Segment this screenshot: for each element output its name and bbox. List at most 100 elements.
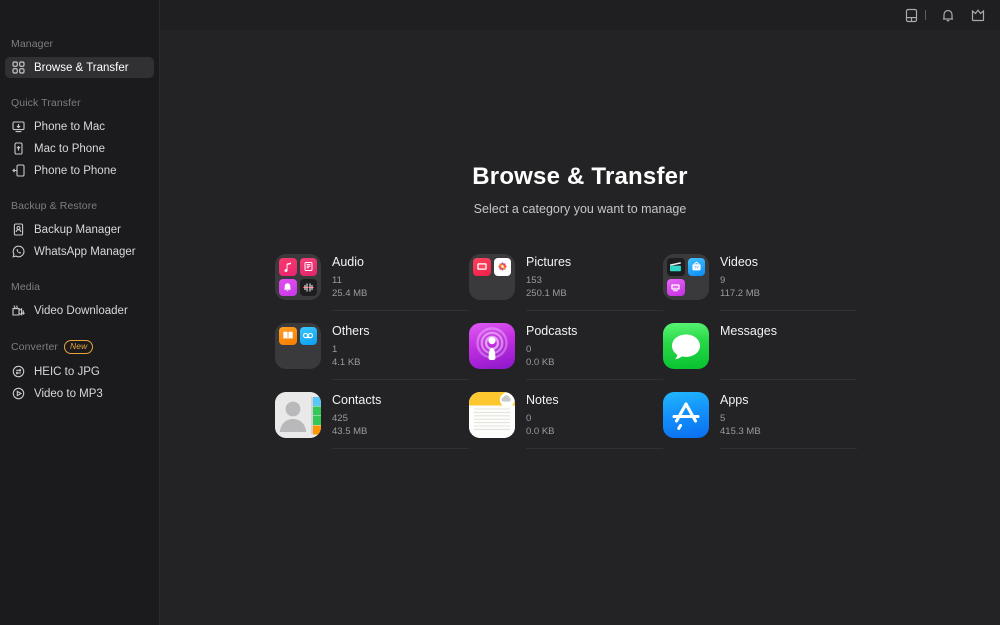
crown-icon[interactable] — [970, 7, 986, 23]
sidebar-item-whatsapp-manager[interactable]: WhatsApp Manager — [5, 241, 154, 262]
sidebar-item-mac-to-phone[interactable]: Mac to Phone — [5, 138, 154, 159]
sidebar-group-label: Quick Transfer — [0, 97, 159, 109]
category-card-body: Others 1 4.1 KB — [332, 323, 469, 380]
category-count: 5 — [720, 413, 726, 424]
category-card-notes[interactable]: Notes 0 0.0 KB — [469, 388, 663, 457]
sidebar-group-label-text: Converter — [11, 341, 59, 353]
category-size: 117.2 MB — [720, 288, 760, 299]
video-convert-icon — [11, 387, 25, 401]
category-size: 250.1 MB — [526, 288, 567, 299]
category-count: 9 — [720, 275, 726, 286]
sidebar: Manager Browse & Transfer Quick Transfer Ph… — [0, 0, 160, 625]
category-card-body: Podcasts 0 0.0 KB — [526, 323, 663, 380]
top-toolbar — [160, 0, 1000, 30]
sidebar-item-label: HEIC to JPG — [34, 365, 100, 378]
category-name: Apps — [720, 393, 749, 407]
sidebar-item-label: Phone to Phone — [34, 164, 117, 177]
messages-icon — [663, 323, 709, 369]
sidebar-item-phone-to-phone[interactable]: Phone to Phone — [5, 160, 154, 181]
sidebar-item-video-to-mp3[interactable]: Video to MP3 — [5, 383, 154, 404]
category-card-others[interactable]: Others 1 4.1 KB — [275, 319, 469, 388]
category-card-pictures[interactable]: Pictures 153 250.1 MB — [469, 250, 663, 319]
grid-icon — [11, 61, 25, 75]
category-size: 43.5 MB — [332, 426, 368, 437]
sidebar-item-label: Video to MP3 — [34, 387, 103, 400]
category-card-contacts[interactable]: Contacts 425 43.5 MB — [275, 388, 469, 457]
sidebar-item-label: Mac to Phone — [34, 142, 105, 155]
category-card-body: Videos 9 117.2 MB — [720, 254, 857, 311]
category-count: 1 — [332, 344, 338, 355]
category-count: 0 — [526, 413, 532, 424]
new-badge: New — [64, 340, 94, 354]
sidebar-item-label: Backup Manager — [34, 223, 121, 236]
sidebar-group-label: Media — [0, 281, 159, 293]
category-count: 0 — [526, 344, 532, 355]
audio-folder-icon — [275, 254, 321, 300]
sidebar-item-label: Video Downloader — [34, 304, 128, 317]
sidebar-item-backup-manager[interactable]: Backup Manager — [5, 219, 154, 240]
others-folder-icon — [275, 323, 321, 369]
sidebar-item-label: Phone to Mac — [34, 120, 105, 133]
category-size: 4.1 KB — [332, 357, 361, 368]
category-card-body: Apps 5 415.3 MB — [720, 392, 857, 449]
category-name: Others — [332, 324, 370, 338]
sidebar-group-spacer — [0, 322, 159, 340]
sidebar-item-video-downloader[interactable]: Video Downloader — [5, 300, 154, 321]
category-card-messages[interactable]: Messages — [663, 319, 857, 388]
podcasts-icon — [469, 323, 515, 369]
sidebar-item-browse-transfer[interactable]: Browse & Transfer — [5, 57, 154, 78]
apps-icon — [663, 392, 709, 438]
sidebar-item-label: Browse & Transfer — [34, 61, 129, 74]
category-card-audio[interactable]: Audio 11 25.4 MB — [275, 250, 469, 319]
sidebar-group-label: Backup & Restore — [0, 200, 159, 212]
category-name: Videos — [720, 255, 758, 269]
sidebar-group-label-text: Manager — [11, 38, 54, 50]
page-header: Browse & Transfer Select a category you … — [160, 163, 1000, 216]
device-icon[interactable] — [903, 7, 919, 23]
category-name: Messages — [720, 324, 777, 338]
category-card-body: Notes 0 0.0 KB — [526, 392, 663, 449]
category-count: 153 — [526, 275, 542, 286]
bell-icon[interactable] — [940, 7, 956, 23]
sidebar-group-spacer — [0, 182, 159, 200]
category-size: 0.0 KB — [526, 357, 555, 368]
category-name: Pictures — [526, 255, 572, 269]
video-download-icon — [11, 304, 25, 318]
sidebar-group-spacer — [0, 79, 159, 97]
category-card-body: Contacts 425 43.5 MB — [332, 392, 469, 449]
page-title: Browse & Transfer — [472, 163, 688, 190]
category-size: 0.0 KB — [526, 426, 555, 437]
sidebar-group-spacer — [0, 263, 159, 281]
category-count: 425 — [332, 413, 348, 424]
main-content: Browse & Transfer Select a category you … — [160, 0, 1000, 625]
backup-icon — [11, 223, 25, 237]
category-name: Audio — [332, 255, 364, 269]
sidebar-group-label: Manager — [0, 38, 159, 50]
mac-to-phone-icon — [11, 142, 25, 156]
category-name: Contacts — [332, 393, 382, 407]
phone-to-phone-icon — [11, 164, 25, 178]
category-name: Podcasts — [526, 324, 578, 338]
sidebar-group-label-text: Media — [11, 281, 41, 293]
sidebar-item-phone-to-mac[interactable]: Phone to Mac — [5, 116, 154, 137]
pictures-folder-icon — [469, 254, 515, 300]
app-window: Manager Browse & Transfer Quick Transfer Ph… — [0, 0, 1000, 625]
phone-to-mac-icon — [11, 120, 25, 134]
sidebar-group-label: Converter New — [0, 340, 159, 354]
category-card-body: Messages — [720, 323, 857, 380]
page-subtitle: Select a category you want to manage — [473, 202, 687, 216]
category-card-body: Pictures 153 250.1 MB — [526, 254, 663, 311]
category-size: 415.3 MB — [720, 426, 761, 437]
videos-folder-icon: TV — [663, 254, 709, 300]
contacts-icon — [275, 392, 321, 438]
sidebar-item-heic-to-jpg[interactable]: HEIC to JPG — [5, 361, 154, 382]
category-card-body: Audio 11 25.4 MB — [332, 254, 469, 311]
category-count: 11 — [332, 275, 342, 286]
category-card-podcasts[interactable]: Podcasts 0 0.0 KB — [469, 319, 663, 388]
category-grid: Audio 11 25.4 MB Pictures 153 250.1 MB TV Video… — [275, 250, 885, 457]
category-card-videos[interactable]: TV Videos 9 117.2 MB — [663, 250, 857, 319]
sidebar-group-label-text: Backup & Restore — [11, 200, 98, 212]
category-name: Notes — [526, 393, 559, 407]
category-card-apps[interactable]: Apps 5 415.3 MB — [663, 388, 857, 457]
notes-icon — [469, 392, 515, 438]
